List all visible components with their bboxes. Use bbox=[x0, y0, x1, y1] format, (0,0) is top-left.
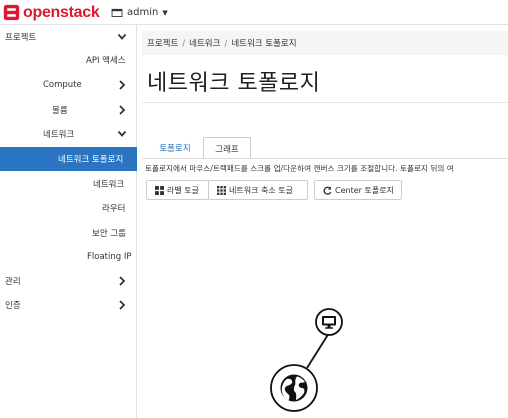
toggle-network-collapse-label: 네트워크 축소 토글 bbox=[229, 185, 293, 195]
th-large-icon bbox=[155, 185, 164, 195]
sidebar-item-label: 볼륨 bbox=[52, 106, 68, 116]
main-content: 프로젝트 / 네트워크 / 네트워크 토폴로지 네트워크 토폴로지 토폴로지 그래프 토… bbox=[137, 25, 508, 418]
openstack-logo[interactable]: openstack bbox=[3, 3, 100, 22]
sidebar-item-label: 인증 bbox=[5, 301, 21, 311]
breadcrumb-item-project[interactable]: 프로젝트 bbox=[147, 39, 178, 49]
sidebar-item-label: 네트워크 bbox=[43, 130, 75, 140]
tab-divider bbox=[142, 158, 508, 159]
chevron-down-icon bbox=[117, 33, 127, 40]
chevron-right-icon bbox=[119, 80, 126, 90]
sidebar-item-api-access[interactable]: API 액세스 bbox=[0, 48, 137, 72]
refresh-icon bbox=[323, 186, 332, 195]
sidebar-item-networks[interactable]: 네트워크 bbox=[0, 172, 137, 196]
project-icon bbox=[111, 8, 123, 17]
project-selector[interactable]: admin ▼ bbox=[111, 5, 168, 20]
sidebar-item-routers[interactable]: 라우터 bbox=[0, 196, 137, 220]
sidebar-item-label: 라우터 bbox=[102, 204, 126, 214]
toggle-labels-button[interactable]: 라벨 토글 bbox=[146, 180, 209, 200]
breadcrumb-item-current: 네트워크 토폴로지 bbox=[231, 39, 297, 49]
breadcrumb-item-network[interactable]: 네트워크 bbox=[189, 39, 220, 49]
sidebar-item-network-topology[interactable]: 네트워크 토폴로지 bbox=[0, 147, 137, 171]
title-divider bbox=[142, 102, 508, 103]
topology-canvas[interactable] bbox=[137, 205, 508, 418]
sidebar-item-label: 네트워크 토폴로지 bbox=[58, 155, 124, 165]
sidebar-item-identity[interactable]: 인증 bbox=[0, 293, 137, 317]
tab-graph[interactable]: 그래프 bbox=[203, 137, 251, 159]
sidebar-item-label: 보안 그룹 bbox=[92, 229, 126, 239]
toggle-network-collapse-button[interactable]: 네트워크 축소 토글 bbox=[208, 180, 308, 200]
toggle-labels-label: 라벨 토글 bbox=[167, 185, 199, 195]
chevron-right-icon bbox=[119, 105, 126, 115]
sidebar-item-admin[interactable]: 관리 bbox=[0, 269, 137, 293]
center-topology-label: Center 토폴로지 bbox=[335, 185, 394, 195]
logo-text: openstack bbox=[23, 3, 100, 21]
page-title: 네트워크 토폴로지 bbox=[147, 71, 321, 96]
sidebar-item-compute[interactable]: Compute bbox=[0, 73, 137, 97]
caret-down-icon: ▼ bbox=[162, 8, 168, 17]
help-text: 토폴로지에서 마우스/트랙패드를 스크롤 업/다운하여 캔버스 크기를 조절합니… bbox=[145, 164, 454, 173]
breadcrumb: 프로젝트 / 네트워크 / 네트워크 토폴로지 bbox=[147, 37, 297, 49]
sidebar-item-label: 프로젝트 bbox=[5, 33, 37, 43]
center-topology-button[interactable]: Center 토폴로지 bbox=[314, 180, 402, 200]
external-network-node[interactable] bbox=[270, 364, 318, 412]
sidebar-item-floating-ip[interactable]: Floating IP bbox=[0, 245, 137, 269]
sidebar-item-label: Floating IP bbox=[87, 252, 132, 262]
sidebar: 프로젝트 API 액세스 Compute 볼륨 네트워크 네트워크 토폴로지 네… bbox=[0, 25, 137, 418]
th-icon bbox=[217, 185, 226, 195]
sidebar-item-label: 네트워크 bbox=[93, 180, 125, 190]
chevron-down-icon bbox=[117, 130, 127, 137]
globe-icon bbox=[280, 374, 308, 402]
breadcrumb-separator: / bbox=[224, 39, 228, 49]
project-selector-label: admin bbox=[127, 7, 159, 18]
sidebar-item-label: 관리 bbox=[5, 277, 21, 287]
sidebar-item-label: Compute bbox=[43, 80, 82, 90]
sidebar-item-network-group[interactable]: 네트워크 bbox=[0, 122, 137, 146]
top-navbar: openstack admin ▼ bbox=[0, 0, 508, 25]
openstack-logo-icon bbox=[3, 4, 20, 21]
sidebar-item-volumes[interactable]: 볼륨 bbox=[0, 98, 137, 122]
chevron-right-icon bbox=[119, 300, 126, 310]
topology-link bbox=[306, 332, 330, 369]
sidebar-item-label: API 액세스 bbox=[86, 56, 126, 66]
chevron-right-icon bbox=[119, 276, 126, 286]
tab-topology[interactable]: 토폴로지 bbox=[149, 137, 201, 159]
sidebar-item-project[interactable]: 프로젝트 bbox=[0, 25, 137, 49]
sidebar-item-security-groups[interactable]: 보안 그룹 bbox=[0, 221, 137, 245]
breadcrumb-separator: / bbox=[182, 39, 186, 49]
instance-node[interactable] bbox=[315, 308, 343, 336]
